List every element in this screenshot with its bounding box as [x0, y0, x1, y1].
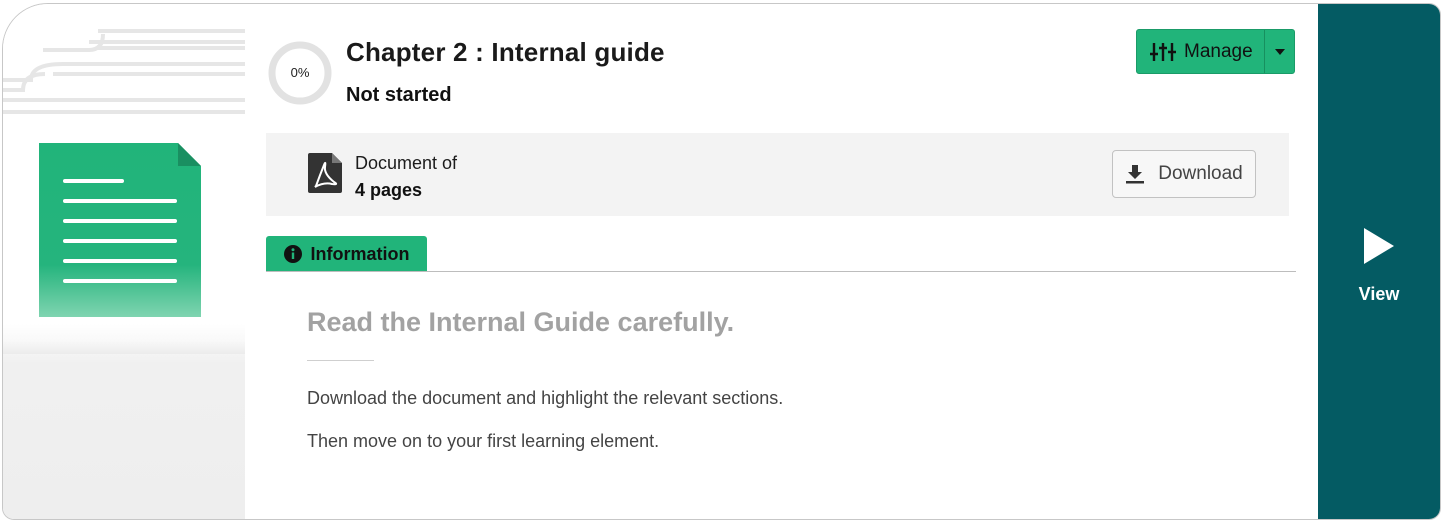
heading-rule	[307, 360, 374, 361]
download-label: Download	[1158, 163, 1243, 184]
sliders-icon	[1150, 42, 1176, 61]
download-icon	[1126, 165, 1145, 184]
manage-split-button: Manage	[1136, 29, 1295, 74]
info-icon	[283, 245, 302, 263]
tab-label: Information	[310, 243, 410, 264]
thumbnail-divider	[3, 342, 245, 354]
view-button[interactable]: View	[1318, 4, 1440, 519]
thumbnail-panel	[3, 4, 245, 519]
content-paragraph: Download the document and highlight the …	[307, 388, 784, 408]
progress-percent: 0%	[290, 65, 310, 80]
content-heading: Read the Internal Guide carefully.	[307, 307, 735, 337]
play-icon	[1364, 228, 1394, 264]
content-paragraph: Then move on to your first learning elem…	[307, 431, 660, 451]
document-pages: 4 pages	[355, 180, 423, 200]
manage-label: Manage	[1184, 40, 1253, 62]
tab-divider	[266, 271, 1296, 272]
document-box: Document of 4 pages Download	[266, 133, 1289, 216]
document-type: Document of	[355, 153, 458, 173]
module-card: 0% Chapter 2 : Internal guide Not starte…	[2, 3, 1441, 520]
chevron-down-icon	[1274, 48, 1285, 55]
decorative-lines	[3, 29, 245, 114]
download-button[interactable]: Download	[1112, 150, 1256, 198]
module-title: Chapter 2 : Internal guide	[346, 37, 665, 67]
module-status: Not started	[346, 84, 452, 106]
manage-button[interactable]: Manage	[1137, 30, 1264, 73]
tab-information[interactable]: Information	[266, 236, 427, 272]
document-icon	[39, 143, 201, 317]
view-label: View	[1358, 284, 1400, 304]
pdf-icon	[308, 153, 342, 193]
manage-dropdown-toggle[interactable]	[1265, 30, 1294, 73]
